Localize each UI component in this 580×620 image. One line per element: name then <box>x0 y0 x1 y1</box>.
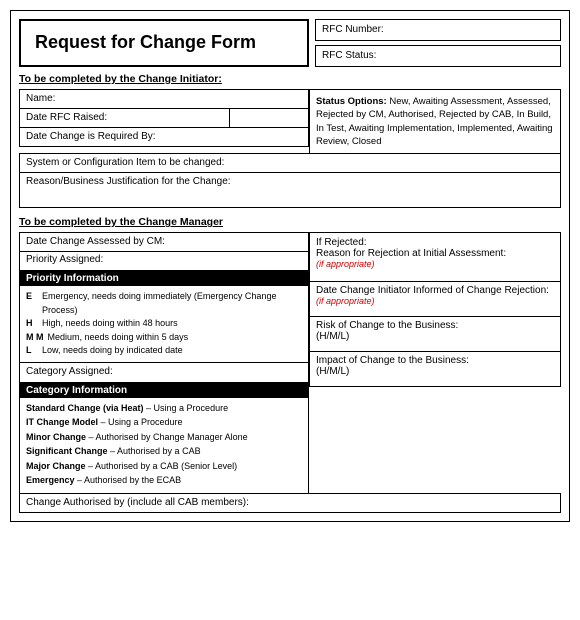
status-options-box: Status Options: New, Awaiting Assessment… <box>309 89 561 154</box>
priority-block: Priority Information E Emergency, needs … <box>19 270 309 363</box>
manager-section: To be completed by the Change Manager Da… <box>19 216 561 513</box>
initiator-fields: Name: Date RFC Raised: Date Change is Re… <box>19 89 561 154</box>
rejection-field[interactable]: If Rejected: Reason for Rejection at Ini… <box>309 232 561 282</box>
priority-code-m: M M <box>26 331 44 345</box>
category-header: Category Information <box>20 383 308 398</box>
bottom-grid: Date Change Assessed by CM: Priority Ass… <box>19 232 561 494</box>
date-rfc-label: Date RFC Raised: <box>26 112 107 123</box>
impact-field[interactable]: Impact of Change to the Business: (H/M/L… <box>309 351 561 387</box>
top-section: Request for Change Form RFC Number: RFC … <box>19 19 561 67</box>
date-rfc-field[interactable]: Date RFC Raised: <box>19 108 230 128</box>
rejection-reason-label: Reason for Rejection at Initial Assessme… <box>316 248 554 259</box>
reason-label: Reason/Business Justification for the Ch… <box>26 176 231 187</box>
category-block: Category Information Standard Change (vi… <box>19 382 309 494</box>
priority-desc-e: Emergency, needs doing immediately (Emer… <box>42 290 302 317</box>
category-assigned-label: Category Assigned: <box>26 366 113 377</box>
name-label: Name: <box>26 93 55 104</box>
priority-item-m: M M Medium, needs doing within 5 days <box>26 331 302 345</box>
initiator-section-label: To be completed by the Change Initiator: <box>19 73 561 85</box>
bottom-left: Date Change Assessed by CM: Priority Ass… <box>19 232 309 494</box>
informed-if-appropriate: (if appropriate) <box>316 296 375 306</box>
priority-code-l: L <box>26 344 38 358</box>
cat-itchange: IT Change Model – Using a Procedure <box>26 416 302 430</box>
authorised-field[interactable]: Change Authorised by (include all CAB me… <box>19 493 561 513</box>
if-rejected-label: If Rejected: <box>316 237 554 248</box>
informed-field[interactable]: Date Change Initiator Informed of Change… <box>309 281 561 317</box>
reason-field[interactable]: Reason/Business Justification for the Ch… <box>19 172 561 208</box>
system-field[interactable]: System or Configuration Item to be chang… <box>19 153 561 173</box>
date-rfc-blank[interactable] <box>229 108 309 128</box>
informed-label: Date Change Initiator Informed of Change… <box>316 285 554 296</box>
page-title: Request for Change Form <box>35 32 256 54</box>
category-assigned-field[interactable]: Category Assigned: <box>19 363 309 383</box>
initiator-left: Name: Date RFC Raised: Date Change is Re… <box>19 89 309 154</box>
date-rfc-row: Date RFC Raised: <box>19 108 309 128</box>
date-assessed-field[interactable]: Date Change Assessed by CM: <box>19 232 309 252</box>
priority-code-h: H <box>26 317 38 331</box>
category-content: Standard Change (via Heat) – Using a Pro… <box>20 398 308 493</box>
date-required-label: Date Change is Required By: <box>26 131 156 142</box>
system-label: System or Configuration Item to be chang… <box>26 157 224 168</box>
page-container: Request for Change Form RFC Number: RFC … <box>10 10 570 522</box>
name-field[interactable]: Name: <box>19 89 309 109</box>
rfc-status-field[interactable]: RFC Status: <box>315 45 561 67</box>
rfc-number-field[interactable]: RFC Number: <box>315 19 561 41</box>
priority-code-e: E <box>26 290 38 317</box>
priority-item-e: E Emergency, needs doing immediately (Em… <box>26 290 302 317</box>
priority-assigned-label: Priority Assigned: <box>26 254 103 265</box>
cat-significant: Significant Change – Authorised by a CAB <box>26 445 302 459</box>
cat-emergency: Emergency – Authorised by the ECAB <box>26 474 302 488</box>
if-appropriate-italic: (if appropriate) <box>316 259 375 269</box>
priority-content: E Emergency, needs doing immediately (Em… <box>20 286 308 362</box>
risk-field[interactable]: Risk of Change to the Business: (H/M/L) <box>309 316 561 352</box>
priority-assigned-field[interactable]: Priority Assigned: <box>19 251 309 271</box>
priority-header: Priority Information <box>20 271 308 286</box>
authorised-label: Change Authorised by (include all CAB me… <box>26 497 249 508</box>
priority-desc-h: High, needs doing within 48 hours <box>42 317 178 331</box>
cat-major: Major Change – Authorised by a CAB (Seni… <box>26 460 302 474</box>
priority-desc-m: Medium, needs doing within 5 days <box>48 331 189 345</box>
bottom-right: If Rejected: Reason for Rejection at Ini… <box>309 232 561 494</box>
cat-standard: Standard Change (via Heat) – Using a Pro… <box>26 402 302 416</box>
priority-item-l: L Low, needs doing by indicated date <box>26 344 302 358</box>
priority-item-h: H High, needs doing within 48 hours <box>26 317 302 331</box>
risk-label: Risk of Change to the Business: (H/M/L) <box>316 320 554 342</box>
cat-minor: Minor Change – Authorised by Change Mana… <box>26 431 302 445</box>
priority-desc-l: Low, needs doing by indicated date <box>42 344 183 358</box>
title-box: Request for Change Form <box>19 19 309 67</box>
rfc-info: RFC Number: RFC Status: <box>315 19 561 67</box>
rfc-status-label: RFC Status: <box>322 50 376 61</box>
date-assessed-label: Date Change Assessed by CM: <box>26 236 165 247</box>
impact-label: Impact of Change to the Business: (H/M/L… <box>316 355 554 377</box>
date-required-field[interactable]: Date Change is Required By: <box>19 127 309 147</box>
rfc-number-label: RFC Number: <box>322 24 384 35</box>
manager-section-label: To be completed by the Change Manager <box>19 216 561 228</box>
